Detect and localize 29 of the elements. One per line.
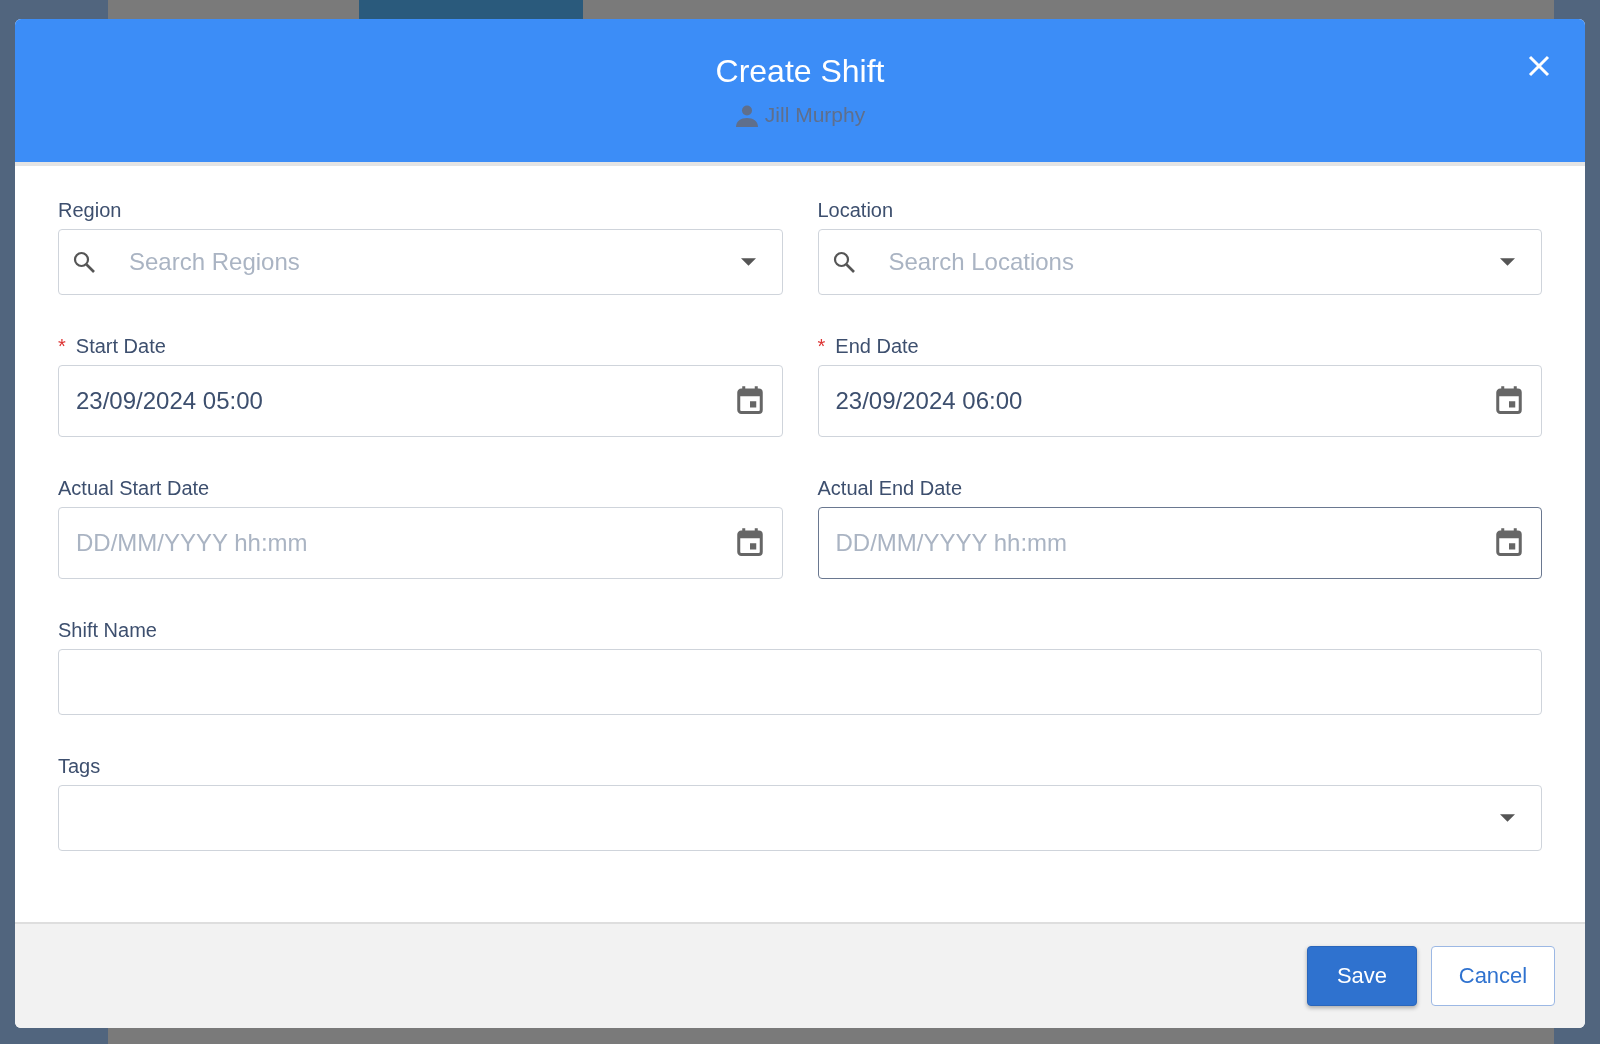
- date-input[interactable]: DD/MM/YYYY hh:mm: [817, 507, 1542, 579]
- cancel-button[interactable]: Cancel: [1431, 946, 1555, 1006]
- save-button[interactable]: Save: [1307, 946, 1417, 1006]
- caret-icon: [1500, 258, 1515, 266]
- field-label: Actual Start Date: [58, 476, 210, 500]
- calendar-icon[interactable]: [734, 526, 765, 558]
- required-mark: *: [58, 334, 66, 358]
- dialog-title: Create Shift: [715, 52, 885, 90]
- date-input[interactable]: 23/09/2024 05:00: [58, 365, 783, 437]
- field-label: End Date: [835, 334, 919, 358]
- required-mark: *: [817, 334, 826, 358]
- calendar-icon[interactable]: [1494, 384, 1524, 416]
- field-label: Start Date: [75, 334, 166, 358]
- field-label: Shift Name: [58, 618, 157, 642]
- search-dropdown[interactable]: Search Locations: [817, 229, 1542, 295]
- field-label: Location: [817, 198, 894, 222]
- field-label: Region: [58, 198, 122, 222]
- field-label: Tags: [58, 754, 101, 778]
- field-label: Actual End Date: [817, 476, 963, 500]
- text-input[interactable]: [58, 649, 1542, 715]
- caret-icon: [1500, 814, 1515, 822]
- employee-name: Jill Murphy: [764, 103, 866, 127]
- date-input[interactable]: 23/09/2024 06:00: [817, 365, 1542, 437]
- person-icon: [734, 103, 759, 127]
- calendar-icon[interactable]: [734, 384, 765, 416]
- close-icon[interactable]: [1527, 54, 1551, 78]
- caret-icon: [740, 258, 756, 266]
- search-dropdown[interactable]: Search Regions: [58, 229, 783, 295]
- calendar-icon[interactable]: [1494, 526, 1524, 558]
